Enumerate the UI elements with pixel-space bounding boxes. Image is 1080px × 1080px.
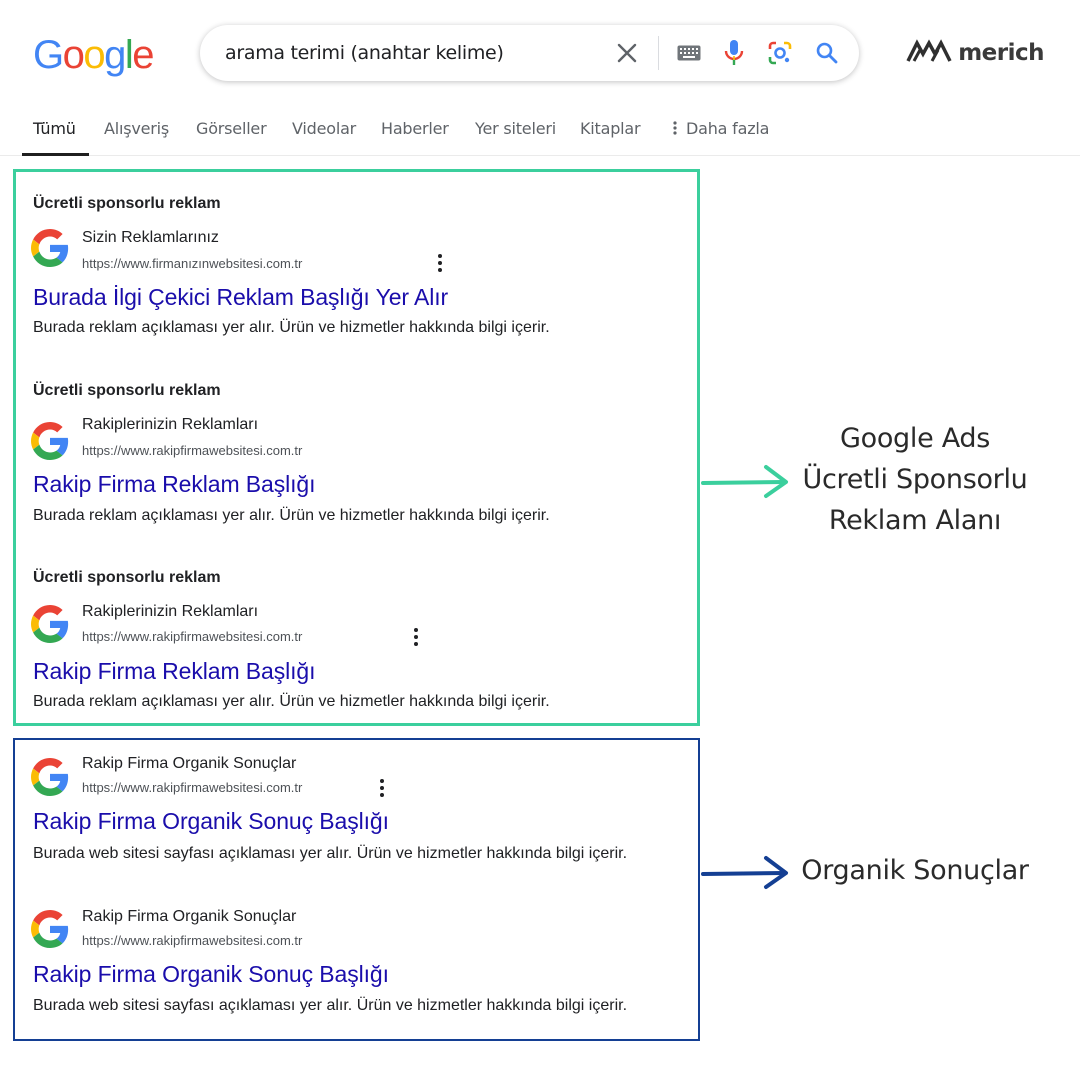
ad-title-link[interactable]: Rakip Firma Reklam Başlığı (33, 471, 316, 498)
sponsored-label: Ücretli sponsorlu reklam (33, 569, 221, 586)
organic-url[interactable]: https://www.rakipfirmawebsitesi.com.tr (82, 933, 302, 948)
ad-site-name: Rakiplerinizin Reklamları (82, 416, 259, 433)
google-logo[interactable]: Google (33, 33, 154, 77)
logo-letter: o (62, 33, 85, 77)
ads-annotation-line: Reklam Alanı (828, 505, 1002, 536)
tab-daha-fazla-label: Daha fazla (686, 119, 770, 138)
google-g-icon (31, 229, 69, 267)
tab-daha-fazla[interactable]: Daha fazla (672, 119, 769, 138)
logo-letter: G (33, 33, 64, 77)
organic-description: Burada web sitesi sayfası açıklaması yer… (33, 845, 628, 862)
ads-annotation-line: Google Ads (840, 423, 990, 454)
ad-url[interactable]: https://www.firmanızınwebsitesi.com.tr (82, 256, 302, 271)
tab-videolar[interactable]: Videolar (292, 119, 356, 138)
logo-letter: g (104, 33, 126, 77)
microphone-icon[interactable] (723, 39, 745, 67)
ad-url[interactable]: https://www.rakipfirmawebsitesi.com.tr (82, 443, 302, 458)
google-g-icon (31, 758, 69, 796)
google-g-icon (31, 422, 69, 460)
ad-description: Burada reklam açıklaması yer alır. Ürün … (33, 319, 550, 336)
organic-description: Burada web sitesi sayfası açıklaması yer… (33, 997, 628, 1014)
merich-logo-icon (906, 37, 952, 68)
logo-letter: e (132, 33, 154, 77)
close-icon[interactable] (616, 42, 638, 64)
organic-site-name: Rakip Firma Organik Sonuçlar (82, 908, 297, 925)
google-g-icon (31, 605, 69, 643)
organic-arrow-icon (701, 856, 788, 889)
keyboard-icon[interactable] (677, 45, 701, 61)
search-input[interactable]: arama terimi (anahtar kelime) (225, 42, 504, 64)
sponsored-label: Ücretli sponsorlu reklam (33, 382, 221, 399)
search-icon[interactable] (815, 41, 839, 65)
ad-description: Burada reklam açıklaması yer alır. Ürün … (33, 693, 550, 710)
tab-kitaplar[interactable]: Kitaplar (580, 119, 641, 138)
ad-description: Burada reklam açıklaması yer alır. Ürün … (33, 507, 550, 524)
tab-alisveris[interactable]: Alışveriş (104, 119, 169, 138)
search-tabs: Tümü Alışveriş Görseller Videolar Haberl… (0, 110, 1080, 156)
ad-title-link[interactable]: Rakip Firma Reklam Başlığı (33, 658, 316, 685)
google-g-icon (31, 910, 69, 948)
organic-annotation: Organik Sonuçlar (801, 855, 1029, 886)
ads-annotation-line: Ücretli Sponsorlu (802, 464, 1028, 495)
merich-brand: merich (906, 37, 1044, 68)
ad-site-name: Sizin Reklamlarınız (82, 229, 219, 246)
ads-annotation: Google Ads Ücretli Sponsorlu Reklam Alan… (790, 418, 1040, 541)
tab-gorseller[interactable]: Görseller (196, 119, 267, 138)
tab-tumu[interactable]: Tümü (33, 119, 76, 138)
organic-site-name: Rakip Firma Organik Sonuçlar (82, 755, 297, 772)
ad-site-name: Rakiplerinizin Reklamları (82, 603, 259, 620)
tab-haberler[interactable]: Haberler (381, 119, 449, 138)
organic-title-link[interactable]: Rakip Firma Organik Sonuç Başlığı (33, 808, 389, 835)
search-actions (616, 25, 839, 81)
tab-yer-siteleri[interactable]: Yer siteleri (475, 119, 556, 138)
logo-letter: o (83, 33, 105, 77)
active-tab-indicator (22, 153, 89, 156)
sponsored-label: Ücretli sponsorlu reklam (33, 195, 221, 212)
brand-name: merich (958, 39, 1044, 66)
more-vert-icon (673, 121, 677, 135)
search-divider (658, 36, 659, 70)
ads-arrow-icon (701, 465, 788, 498)
more-options-icon[interactable] (379, 779, 385, 797)
ad-title-link[interactable]: Burada İlgi Çekici Reklam Başlığı Yer Al… (33, 284, 448, 311)
organic-url[interactable]: https://www.rakipfirmawebsitesi.com.tr (82, 780, 302, 795)
search-bar[interactable]: arama terimi (anahtar kelime) (200, 25, 859, 81)
more-options-icon[interactable] (437, 254, 443, 272)
ad-url[interactable]: https://www.rakipfirmawebsitesi.com.tr (82, 629, 302, 644)
more-options-icon[interactable] (413, 628, 419, 646)
organic-title-link[interactable]: Rakip Firma Organik Sonuç Başlığı (33, 961, 389, 988)
lens-camera-icon[interactable] (767, 40, 793, 66)
logo-letter: l (124, 33, 134, 77)
